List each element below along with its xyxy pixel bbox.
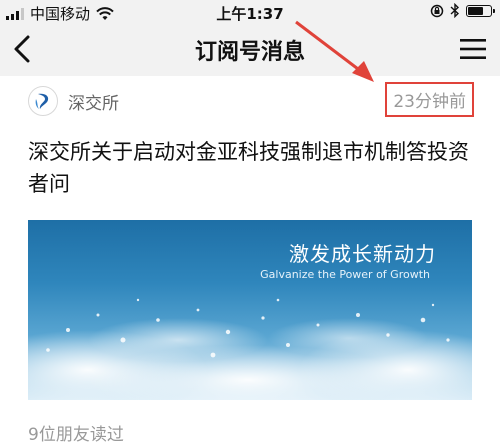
szse-logo-icon: [28, 86, 58, 116]
article-cover-image[interactable]: 激发成长新动力 Galvanize the Power of Growth: [28, 220, 472, 400]
source-name: 深交所: [68, 93, 119, 114]
article-card[interactable]: 深交所 23分钟前 深交所关于启动对金亚科技强制退市机制答投资者问 激发成长新动…: [0, 76, 500, 447]
cover-title-en: Galvanize the Power of Growth: [260, 268, 430, 281]
orientation-lock-icon: [430, 4, 444, 17]
status-right: [430, 3, 495, 18]
source-row[interactable]: 深交所: [28, 86, 119, 116]
nav-bar: 订阅号消息: [0, 24, 500, 76]
battery-icon: [466, 4, 495, 17]
hamburger-menu-icon[interactable]: [460, 38, 486, 60]
page-title: 订阅号消息: [194, 40, 305, 65]
status-time: 上午1:37: [216, 5, 284, 23]
status-bar: 中国移动 上午1:37: [0, 0, 500, 24]
friends-read-count: 9位朋友读过: [28, 425, 124, 445]
time-ago: 23分钟前: [393, 92, 466, 112]
article-title[interactable]: 深交所关于启动对金亚科技强制退市机制答投资者问: [28, 136, 476, 200]
time-ago-highlight: 23分钟前: [385, 82, 474, 117]
cover-title-cn: 激发成长新动力: [289, 242, 436, 266]
bluetooth-icon: [450, 3, 460, 18]
